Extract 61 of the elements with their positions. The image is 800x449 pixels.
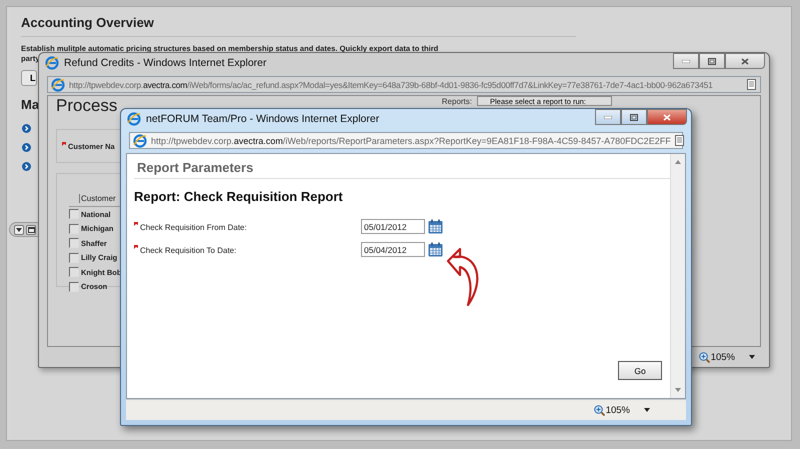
report-title: Report: Check Requisition Report [134,189,344,204]
minimize-icon [682,60,690,62]
browser-icon [51,78,65,92]
caret-icon [16,228,22,232]
checkbox[interactable] [69,209,79,220]
zoom-icon [594,404,605,416]
page-button[interactable]: L [21,70,37,86]
zoom-dropdown[interactable] [644,408,650,412]
page-heading: Process [56,96,118,115]
section-title: Report Parameters [134,159,670,179]
zoom-level: 105% [710,352,735,362]
section-heading: Ma [21,97,40,112]
arrow-circle-icon[interactable] [22,162,31,171]
maximize-icon [708,58,716,64]
maximize-button[interactable] [621,109,647,125]
calendar-icon [428,219,443,234]
close-icon [741,58,749,64]
checkbox[interactable] [69,252,79,263]
checkbox[interactable] [69,224,79,234]
minimize-icon [604,116,612,118]
checkbox[interactable] [69,238,79,248]
down-arrow-icon [675,388,681,392]
window-button[interactable] [26,224,36,234]
page-icon [674,135,684,146]
calendar-icon [428,242,443,257]
column-header: Customer [79,194,116,203]
zoom-icon [698,352,710,362]
browser-icon [45,56,59,70]
close-icon [663,114,671,120]
address-bar[interactable]: http://tpwebdev.corp.avectra.com/iWeb/reports/ReportParameters.aspx?ReportKey=9EA81F18-F98A-4C59-8457-A780FDC2E2FF [129,132,683,149]
calendar-button[interactable] [428,242,443,257]
window-icon [28,226,34,232]
arrow-circle-icon[interactable] [22,143,31,152]
url-text: http://tpwebdev.corp.avectra.com/iWeb/reports/ReportParameters.aspx?ReportKey=9EA81F18-F98A-4C59-8457-A780FDC2E2FF [151,136,671,146]
page-icon [747,79,756,90]
date-field[interactable]: 05/01/2012 [361,219,425,234]
caret-icon [644,408,650,412]
up-arrow-icon [675,160,681,164]
zoom-level: 105% [606,404,630,416]
minimize-button[interactable] [595,109,621,125]
page-title: Accounting Overview [21,15,155,30]
close-button[interactable] [647,109,687,125]
maximize-icon [630,114,638,120]
scrollbar[interactable] [670,154,685,398]
calendar-button[interactable] [428,219,443,234]
field-label: Reports: [442,96,472,106]
browser-icon [133,134,147,148]
browser-icon [127,112,141,126]
window-title: Refund Credits - Windows Internet Explorer [64,57,266,69]
checkbox[interactable] [69,267,79,278]
url-text: http://tpwebdev.corp.avectra.com/iWeb/forms/ac/ac_refund.aspx?Modal=yes&ItemKey=648a739b-68bf-4d01-9836-fc95d00ff7d7&LinkKey=77e38761-7de7-4ac1-bb00-962a673451 [69,80,714,90]
field-label: Check Requisition To Date: [140,246,236,255]
zoom-control[interactable]: 105% [594,404,630,416]
dropdown-button[interactable] [14,224,24,234]
checkbox[interactable] [69,282,79,292]
go-button[interactable]: Go [618,361,662,380]
window-title: netFORUM Team/Pro - Windows Internet Explorer [146,113,380,125]
caret-icon [749,355,755,359]
arrow-circle-icon[interactable] [22,124,31,133]
field-label: Check Requisition From Date: [140,223,247,232]
date-field[interactable]: 05/04/2012 [361,242,425,257]
